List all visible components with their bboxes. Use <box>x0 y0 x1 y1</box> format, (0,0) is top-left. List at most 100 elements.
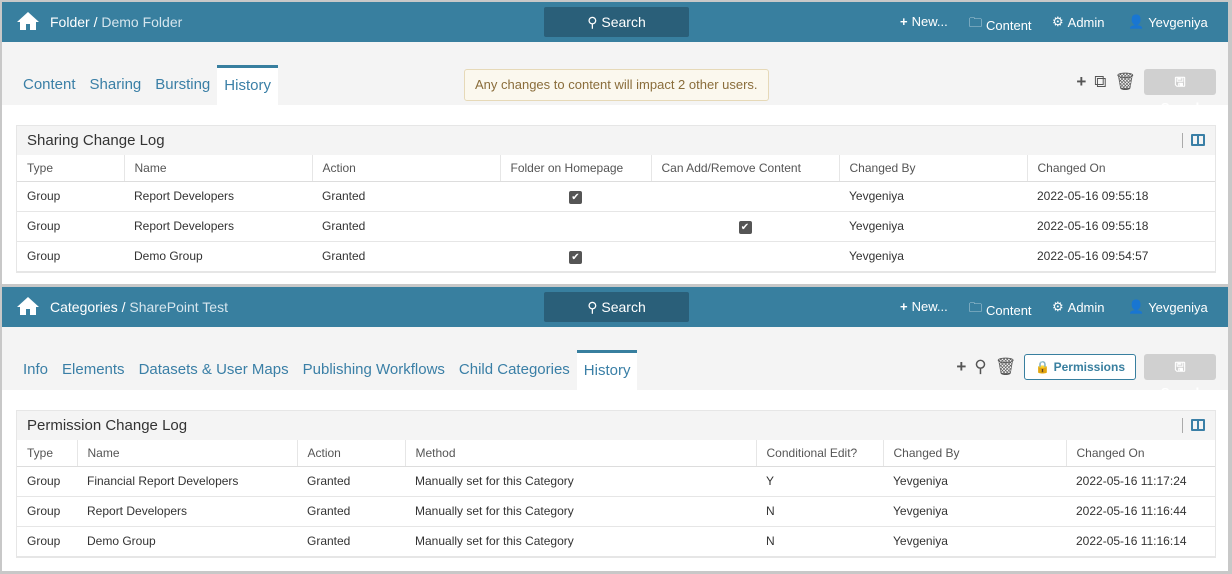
add-icon[interactable]: + <box>1076 72 1086 92</box>
cell-can-add-remove <box>651 241 839 272</box>
cell-action: Granted <box>312 181 500 212</box>
admin-button[interactable]: ⚙ Admin <box>1052 299 1105 315</box>
table-row[interactable]: Group Report Developers Granted Manually… <box>17 496 1215 527</box>
column-header[interactable]: Type <box>17 440 78 467</box>
column-header[interactable]: Can Add/Remove Content <box>651 155 840 182</box>
tab-info[interactable]: Info <box>16 350 55 390</box>
user-menu[interactable]: 👤 Yevgeniya <box>1128 14 1208 30</box>
cell-name: Financial Report Developers <box>77 466 297 497</box>
tab-bursting[interactable]: Bursting <box>148 65 217 105</box>
column-header[interactable]: Action <box>297 440 406 467</box>
column-header[interactable]: Changed By <box>839 155 1028 182</box>
category-panel: Categories / SharePoint Test ⚲ Search + N… <box>2 287 1228 571</box>
cell-action: Granted <box>312 241 500 272</box>
content-button[interactable]: 🗀 Content <box>969 14 1032 36</box>
user-menu[interactable]: 👤 Yevgeniya <box>1128 299 1208 315</box>
cell-name: Report Developers <box>77 496 297 527</box>
breadcrumb: Folder / Demo Folder <box>50 14 183 30</box>
cell-type: Group <box>17 211 124 242</box>
table-row[interactable]: Group Report Developers Granted ✔ Yevgen… <box>17 211 1215 242</box>
cell-type: Group <box>17 526 77 557</box>
card-title: Sharing Change Log <box>27 132 165 149</box>
column-header[interactable]: Method <box>405 440 757 467</box>
cell-changed-on: 2022-05-16 09:54:57 <box>1027 241 1215 272</box>
table-row[interactable]: Group Report Developers Granted ✔ Yevgen… <box>17 181 1215 212</box>
column-header[interactable]: Changed By <box>883 440 1067 467</box>
cell-folder-on-homepage: ✔ <box>500 241 651 272</box>
add-icon[interactable]: + <box>956 357 966 377</box>
plus-icon: + <box>900 299 908 314</box>
tab-history[interactable]: History <box>576 350 638 390</box>
tab-sharing[interactable]: Sharing <box>83 65 149 105</box>
permissions-button[interactable]: 🔒 Permissions <box>1024 354 1136 380</box>
permission-table: Type Name Action Method Conditional Edit? Cha… <box>17 440 1215 557</box>
admin-button[interactable]: ⚙ Admin <box>1052 14 1105 30</box>
cell-name: Report Developers <box>124 181 312 212</box>
cell-name: Demo Group <box>77 526 297 557</box>
divider <box>1182 418 1183 433</box>
columns-icon[interactable] <box>1191 419 1205 431</box>
tab-bar: Content Sharing Bursting History Any cha… <box>2 42 1228 115</box>
home-icon[interactable] <box>16 11 40 31</box>
search-button[interactable]: ⚲ Search <box>544 292 689 322</box>
table-row[interactable]: Group Demo Group Granted ✔ Yevgeniya 202… <box>17 241 1215 272</box>
saved-label: Saved <box>1160 100 1200 115</box>
divider <box>1182 133 1183 148</box>
new-button[interactable]: + New... <box>900 299 948 314</box>
tab-datasets[interactable]: Datasets & User Maps <box>132 350 296 390</box>
home-icon[interactable] <box>16 296 40 316</box>
column-header[interactable]: Name <box>124 155 313 182</box>
column-header[interactable]: Changed On <box>1066 440 1215 467</box>
trash-icon[interactable]: 🗑 <box>1114 72 1136 92</box>
gear-icon: ⚙ <box>1052 14 1064 29</box>
search-icon: ⚲ <box>587 299 598 315</box>
tab-content[interactable]: Content <box>16 65 83 105</box>
cell-action: Granted <box>297 526 405 557</box>
search-icon[interactable]: ⚲ <box>974 357 986 377</box>
table-row[interactable]: Group Financial Report Developers Grante… <box>17 466 1215 497</box>
table-row[interactable]: Group Demo Group Granted Manually set fo… <box>17 526 1215 557</box>
copy-icon[interactable]: ⧉ <box>1094 72 1106 92</box>
cell-folder-on-homepage <box>500 211 651 242</box>
top-bar: Categories / SharePoint Test ⚲ Search + N… <box>2 287 1228 327</box>
cell-type: Group <box>17 496 77 527</box>
tab-history[interactable]: History <box>217 65 278 105</box>
column-header[interactable]: Type <box>17 155 125 182</box>
cell-action: Granted <box>297 496 405 527</box>
columns-icon[interactable] <box>1191 134 1205 146</box>
new-button[interactable]: + New... <box>900 14 948 29</box>
new-label: New... <box>911 299 948 314</box>
cell-method: Manually set for this Category <box>405 496 756 527</box>
saved-button[interactable]: 🖫 Saved <box>1144 354 1216 400</box>
breadcrumb-root[interactable]: Folder <box>50 14 90 30</box>
user-icon: 👤 <box>1128 14 1145 29</box>
cell-changed-by: Yevgeniya <box>839 181 1027 212</box>
cell-action: Granted <box>297 466 405 497</box>
admin-label: Admin <box>1067 299 1105 315</box>
tab-publishing-workflows[interactable]: Publishing Workflows <box>296 350 452 390</box>
save-icon: 🖫 <box>1174 74 1186 89</box>
search-label: Search <box>601 299 646 315</box>
column-header[interactable]: Conditional Edit? <box>756 440 884 467</box>
column-header[interactable]: Action <box>312 155 501 182</box>
tab-elements[interactable]: Elements <box>55 350 132 390</box>
new-label: New... <box>911 14 948 29</box>
column-header[interactable]: Changed On <box>1027 155 1215 182</box>
tab-child-categories[interactable]: Child Categories <box>452 350 577 390</box>
cell-method: Manually set for this Category <box>405 526 756 557</box>
trash-icon[interactable]: 🗑 <box>995 357 1017 377</box>
column-header[interactable]: Folder on Homepage <box>500 155 652 182</box>
cell-type: Group <box>17 466 77 497</box>
cell-changed-by: Yevgeniya <box>883 466 1066 497</box>
breadcrumb-root[interactable]: Categories <box>50 299 118 315</box>
top-bar: Folder / Demo Folder ⚲ Search + New... 🗀 C… <box>2 2 1228 42</box>
breadcrumb-current: SharePoint Test <box>129 299 228 315</box>
content-button[interactable]: 🗀 Content <box>969 299 1032 321</box>
cell-changed-on: 2022-05-16 11:17:24 <box>1066 466 1215 497</box>
cell-changed-on: 2022-05-16 09:55:18 <box>1027 181 1215 212</box>
search-button[interactable]: ⚲ Search <box>544 7 689 37</box>
column-header[interactable]: Name <box>77 440 298 467</box>
saved-button[interactable]: 🖫 Saved <box>1144 69 1216 115</box>
plus-icon: + <box>900 14 908 29</box>
admin-label: Admin <box>1067 14 1105 30</box>
